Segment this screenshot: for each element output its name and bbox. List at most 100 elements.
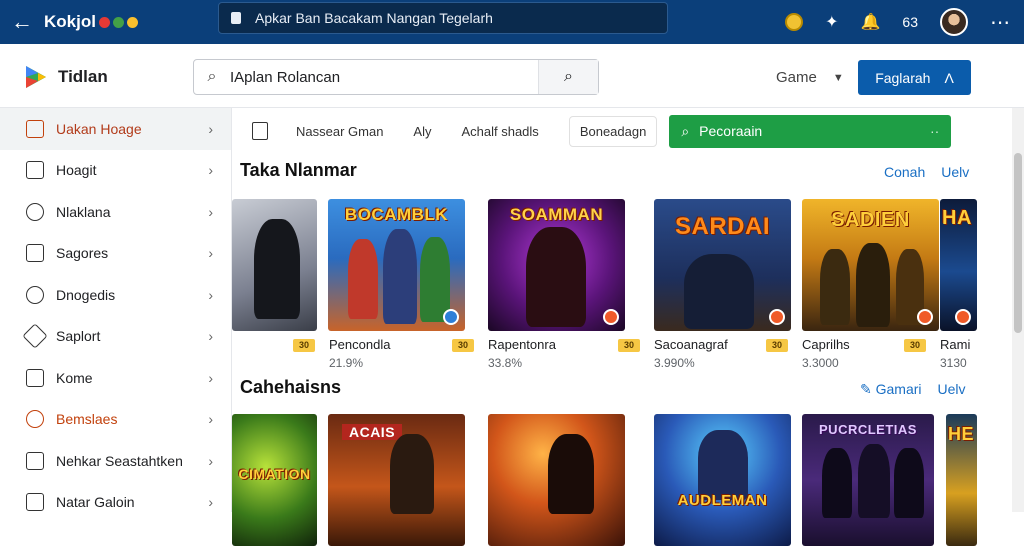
game-art-title: AUDLEMAN (677, 492, 768, 509)
game-card-r2-3[interactable]: AUDLEMAN (654, 414, 791, 546)
game-card-5[interactable]: HA (940, 199, 977, 331)
chevron-down-icon: ▼ (832, 72, 844, 84)
search-input[interactable] (230, 68, 530, 86)
game-card-r2-2[interactable] (488, 414, 625, 546)
green-dot-icon (112, 16, 124, 28)
section2-link-2[interactable]: Uelv (938, 381, 966, 398)
sidebar-item-8[interactable]: Nehkar Seastahtken › (0, 440, 231, 482)
coin-icon[interactable] (785, 13, 804, 31)
game-name[interactable]: Sacoanagraf (654, 337, 728, 352)
game-art-figure (822, 448, 852, 518)
chevron-right-icon: › (208, 452, 213, 469)
section1-link-1[interactable]: Conah (884, 164, 925, 180)
game-card-4[interactable]: SADIEN (802, 199, 939, 331)
search-icon: ⌕ (207, 68, 217, 85)
sidebar-item-2[interactable]: Nlaklana › (0, 191, 231, 233)
sidebar-item-5[interactable]: Saplort › (0, 316, 231, 358)
yellow-dot-icon (126, 16, 138, 28)
game-card-2[interactable]: SOAMMAN (488, 199, 625, 331)
scrollbar-thumb[interactable] (1014, 153, 1022, 333)
app-title: Tidlan (58, 67, 108, 86)
chevron-right-icon: › (208, 120, 213, 137)
url-text: Apkar Ban Bacakam Nangan Tegelarh (255, 10, 493, 26)
game-art-figure (858, 444, 890, 518)
game-art-figure (348, 239, 378, 319)
game-name[interactable]: Pencondla (329, 337, 390, 352)
chevron-right-icon: › (208, 245, 213, 262)
sidebar-item-1[interactable]: Hoagit › (0, 150, 231, 192)
filter-item-3[interactable]: Achalf shadls (461, 124, 538, 139)
puzzle-icon[interactable]: ✦ (825, 12, 838, 32)
filter-item-1[interactable]: Nassear Gman (296, 124, 383, 139)
avatar[interactable] (940, 8, 968, 36)
notification-count[interactable]: 63 (902, 14, 918, 30)
sidebar-item-9[interactable]: Natar Galoin › (0, 482, 231, 524)
primary-button[interactable]: Faglarah Λ (858, 60, 971, 95)
url-bar[interactable]: Apkar Ban Bacakam Nangan Tegelarh (218, 2, 668, 34)
chevron-right-icon: › (208, 203, 213, 220)
game-art-figure (894, 448, 924, 518)
document-icon (26, 244, 44, 263)
game-card-1[interactable]: BOCAMBLK (328, 199, 465, 331)
chevron-right-icon: › (208, 162, 213, 179)
section2-link-1[interactable]: ✎ Gamari (860, 381, 922, 398)
browser-brand[interactable]: Kokjol (44, 12, 138, 32)
scrollbar[interactable] (1012, 108, 1024, 512)
chevron-right-icon: › (208, 369, 213, 386)
game-art-title: SARDAI (674, 213, 770, 240)
bookmark-icon (26, 451, 44, 470)
game-card-r2-5[interactable]: HE (946, 414, 977, 546)
game-name[interactable]: Caprilhs (802, 337, 850, 352)
pencil-icon: ✎ (860, 381, 876, 397)
filter-icon[interactable] (252, 122, 268, 140)
game-stat: 21.9% (329, 356, 364, 370)
green-search-button[interactable]: ⌕ Pecoraain ·· (669, 114, 952, 148)
bell-icon[interactable]: 🔔 (861, 12, 881, 32)
primary-button-label: Faglarah (875, 69, 931, 86)
game-name[interactable]: Rapentonra (488, 337, 556, 352)
game-card-3[interactable]: SARDAI (654, 199, 791, 331)
game-art-title: PUCRCLETIAS (819, 422, 917, 437)
filter-item-2[interactable]: Aly (413, 124, 431, 139)
filter-item-4[interactable]: Boneadagn (568, 115, 658, 147)
game-art-figure (548, 434, 594, 514)
game-select-label: Game (776, 69, 817, 86)
rating-badge: 30 (766, 339, 788, 352)
sidebar-item-label: Hoagit (56, 162, 97, 179)
game-art-figure (420, 237, 450, 322)
game-art-title: ACAIS (342, 424, 402, 440)
sidebar-item-7[interactable]: Bemslaes › (0, 399, 231, 441)
game-card-r2-0[interactable]: CIMATION (232, 414, 317, 546)
search-button[interactable]: ⌕ (538, 60, 598, 94)
play-logo-icon (26, 66, 46, 88)
platform-badge-icon (955, 309, 971, 325)
lock-icon (231, 12, 241, 24)
game-stat: 3.990% (654, 356, 695, 370)
rating-badge: 30 (293, 339, 315, 352)
game-art-title: SOAMMAN (509, 205, 604, 224)
sidebar-item-label: Natar Galoin (56, 494, 135, 511)
info-icon (26, 285, 44, 304)
section2-link-1-label: Gamari (875, 381, 922, 397)
sidebar-item-3[interactable]: Sagores › (0, 233, 231, 275)
sidebar-item-label: Kome (56, 369, 93, 386)
game-name[interactable]: Rami (940, 337, 970, 352)
section1-link-2[interactable]: Uelv (941, 164, 969, 180)
game-select[interactable]: Game ▼ (776, 69, 844, 87)
filter-row: Nassear Gman Aly Achalf shadls Boneadagn… (232, 108, 992, 154)
sidebar-item-0[interactable]: Uakan Hoage › (0, 108, 231, 150)
chevron-right-icon: › (208, 494, 213, 511)
sidebar-item-6[interactable]: Kome › (0, 357, 231, 399)
sidebar-item-4[interactable]: Dnogedis › (0, 274, 231, 316)
platform-badge-icon (917, 309, 933, 325)
more-menu-icon[interactable]: ⋯ (990, 10, 1010, 35)
browser-top-bar: ← Kokjol Apkar Ban Bacakam Nangan Tegela… (0, 0, 1024, 44)
arrow-up-icon: Λ (944, 69, 954, 86)
game-card-0[interactable] (232, 199, 317, 331)
game-art-figure (390, 434, 434, 514)
section-links-2: ✎ Gamari Uelv (860, 381, 966, 398)
game-card-r2-4[interactable]: PUCRCLETIAS (802, 414, 934, 546)
platform-badge-icon (769, 309, 785, 325)
game-card-r2-1[interactable]: ACAIS (328, 414, 465, 546)
back-arrow-icon[interactable]: ← (0, 0, 44, 44)
